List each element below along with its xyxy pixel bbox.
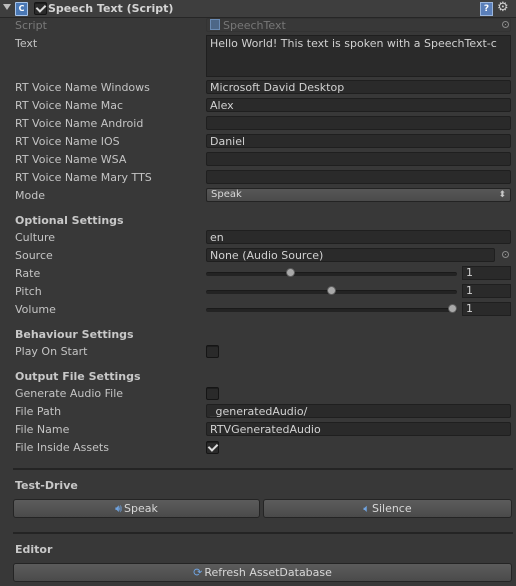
text-label: Text bbox=[15, 37, 38, 50]
help-icon[interactable]: ? bbox=[480, 2, 493, 16]
generate-audio-label: Generate Audio File bbox=[15, 387, 124, 400]
optional-settings-heading: Optional Settings bbox=[15, 214, 124, 227]
text-area[interactable]: Hello World! This text is spoken with a … bbox=[206, 35, 511, 77]
rate-slider-thumb[interactable] bbox=[285, 268, 295, 277]
file-name-label: File Name bbox=[15, 423, 70, 436]
component-enabled-checkbox[interactable] bbox=[34, 2, 47, 15]
rt-android-label: RT Voice Name Android bbox=[15, 117, 144, 130]
dropdown-arrow-icon: ⬍ bbox=[498, 190, 506, 200]
component-title: Speech Text (Script) bbox=[48, 2, 174, 15]
refresh-icon: ⟳ bbox=[193, 566, 203, 579]
file-name-field[interactable]: RTVGeneratedAudio bbox=[206, 422, 511, 436]
rate-value-field[interactable]: 1 bbox=[462, 266, 511, 280]
rate-label: Rate bbox=[15, 267, 41, 280]
speak-button-label: Speak bbox=[124, 502, 158, 515]
volume-slider-track[interactable] bbox=[206, 308, 457, 312]
script-picker-icon bbox=[502, 21, 509, 28]
rt-mary-label: RT Voice Name Mary TTS bbox=[15, 171, 152, 184]
script-value: SpeechText bbox=[223, 19, 286, 32]
rt-wsa-field[interactable] bbox=[206, 152, 511, 166]
pitch-slider-thumb[interactable] bbox=[327, 286, 336, 295]
volume-value-field[interactable]: 1 bbox=[462, 302, 511, 316]
generate-audio-checkbox[interactable] bbox=[206, 387, 219, 400]
silence-button-label: Silence bbox=[371, 502, 412, 515]
rt-mac-field[interactable]: Alex bbox=[206, 98, 511, 112]
pitch-value-field[interactable]: 1 bbox=[462, 284, 511, 298]
rate-slider-track[interactable] bbox=[206, 272, 457, 276]
source-field[interactable]: None (Audio Source) bbox=[206, 248, 495, 262]
inside-assets-label: File Inside Assets bbox=[15, 441, 109, 454]
csharp-script-icon: C bbox=[15, 2, 28, 16]
rt-wsa-label: RT Voice Name WSA bbox=[15, 153, 127, 166]
silence-button[interactable]: 🔈︎ Silence bbox=[263, 499, 512, 518]
foldout-arrow-icon[interactable] bbox=[3, 4, 11, 10]
rt-ios-label: RT Voice Name IOS bbox=[15, 135, 120, 148]
output-file-settings-heading: Output File Settings bbox=[15, 370, 141, 383]
script-label: Script bbox=[15, 19, 47, 32]
rt-mary-field[interactable] bbox=[206, 170, 511, 184]
script-field: SpeechText bbox=[206, 18, 511, 32]
rt-android-field[interactable] bbox=[206, 116, 511, 130]
mode-dropdown[interactable]: Speak ⬍ bbox=[206, 188, 511, 202]
speaker-muted-icon: 🔈︎ bbox=[363, 502, 370, 515]
behaviour-settings-heading: Behaviour Settings bbox=[15, 328, 134, 341]
refresh-button-label: Refresh AssetDatabase bbox=[204, 566, 332, 579]
play-on-start-checkbox[interactable] bbox=[206, 345, 219, 358]
file-path-label: File Path bbox=[15, 405, 62, 418]
mode-value: Speak bbox=[211, 189, 242, 200]
volume-label: Volume bbox=[15, 303, 56, 316]
culture-field[interactable]: en bbox=[206, 230, 511, 244]
speak-button[interactable]: 🔊︎ Speak bbox=[13, 499, 260, 518]
gear-icon[interactable]: ⚙ bbox=[497, 0, 509, 15]
rt-windows-field[interactable]: Microsoft David Desktop bbox=[206, 80, 511, 94]
refresh-assetdatabase-button[interactable]: ⟳ Refresh AssetDatabase bbox=[13, 563, 512, 582]
speaker-icon: 🔊︎ bbox=[115, 502, 123, 515]
component-header: C Speech Text (Script) ? ⚙ bbox=[0, 0, 516, 18]
volume-slider-thumb[interactable] bbox=[448, 304, 457, 313]
rt-ios-field[interactable]: Daniel bbox=[206, 134, 511, 148]
culture-label: Culture bbox=[15, 231, 56, 244]
test-drive-heading: Test-Drive bbox=[15, 479, 78, 492]
file-path-field[interactable]: _generatedAudio/ bbox=[206, 404, 511, 418]
source-picker-icon[interactable] bbox=[502, 251, 509, 258]
rt-windows-label: RT Voice Name Windows bbox=[15, 81, 150, 94]
divider bbox=[13, 468, 513, 470]
source-label: Source bbox=[15, 249, 53, 262]
editor-heading: Editor bbox=[15, 543, 53, 556]
mode-label: Mode bbox=[15, 189, 45, 202]
rt-mac-label: RT Voice Name Mac bbox=[15, 99, 124, 112]
play-on-start-label: Play On Start bbox=[15, 345, 88, 358]
script-asset-icon bbox=[210, 19, 220, 30]
pitch-label: Pitch bbox=[15, 285, 42, 298]
inside-assets-checkbox[interactable] bbox=[206, 441, 219, 454]
divider bbox=[13, 532, 513, 534]
